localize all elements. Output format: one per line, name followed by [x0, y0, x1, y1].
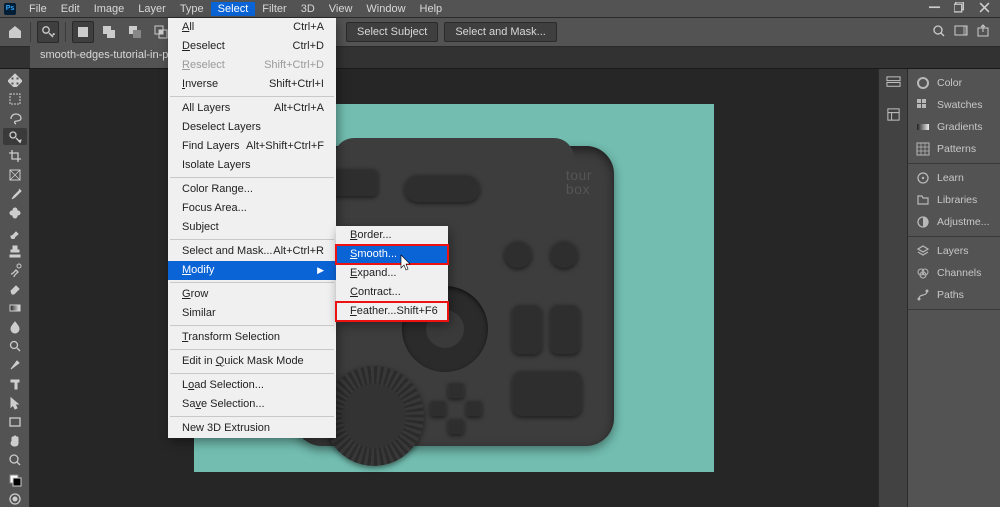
menuitem-inverse[interactable]: InverseShift+Ctrl+I: [168, 75, 336, 94]
tool-hand[interactable]: [3, 433, 27, 450]
menuitem-subject[interactable]: Subject: [168, 218, 336, 237]
ps-logo-icon: Ps: [4, 3, 16, 15]
modify-submenu[interactable]: Border...Smooth...Expand...Contract...Fe…: [336, 226, 448, 321]
tool-type[interactable]: [3, 376, 27, 393]
tool-marquee[interactable]: [3, 90, 27, 107]
panel-gradients[interactable]: Gradients: [908, 116, 1000, 138]
menuitem-find-layers[interactable]: Find LayersAlt+Shift+Ctrl+F: [168, 137, 336, 156]
active-tool-icon[interactable]: [37, 21, 59, 43]
selection-mode-group: [72, 21, 172, 43]
submenuitem-expand-[interactable]: Expand...: [336, 264, 448, 283]
panel-layers[interactable]: Layers: [908, 240, 1000, 262]
tool-quick-select[interactable]: [3, 128, 27, 145]
tool-eyedropper[interactable]: [3, 185, 27, 202]
tool-lasso[interactable]: [3, 109, 27, 126]
menuitem-deselect[interactable]: DeselectCtrl+D: [168, 37, 336, 56]
tool-gradient[interactable]: [3, 300, 27, 317]
canvas-area[interactable]: tourbox: [30, 69, 878, 507]
tool-crop[interactable]: [3, 147, 27, 164]
tools-panel: [0, 69, 30, 507]
close-icon[interactable]: [979, 2, 990, 16]
tool-eraser[interactable]: [3, 281, 27, 298]
select-and-mask-button[interactable]: Select and Mask...: [444, 22, 557, 42]
document-tabbar: smooth-edges-tutorial-in-phot...: [0, 47, 1000, 69]
menuitem-isolate-layers[interactable]: Isolate Layers: [168, 156, 336, 175]
menuitem-reselect: ReselectShift+Ctrl+D: [168, 56, 336, 75]
restore-icon[interactable]: [954, 2, 965, 16]
menubar: Ps FileEditImageLayerTypeSelectFilter3DV…: [0, 0, 1000, 18]
tool-brush[interactable]: [3, 223, 27, 240]
options-bar: Select Subject Select and Mask...: [0, 18, 1000, 47]
tool-history-brush[interactable]: [3, 261, 27, 278]
menuitem-grow[interactable]: Grow: [168, 285, 336, 304]
menuitem-load-selection-[interactable]: Load Selection...: [168, 376, 336, 395]
menu-select[interactable]: Select: [211, 2, 256, 16]
tool-colors[interactable]: [3, 471, 27, 488]
work-area: tourbox Co: [0, 69, 1000, 507]
panel-color[interactable]: Color: [908, 72, 1000, 94]
menuitem-color-range-[interactable]: Color Range...: [168, 180, 336, 199]
collapsed-panels-strip: [878, 69, 908, 507]
select-menu-dropdown[interactable]: AllCtrl+ADeselectCtrl+DReselectShift+Ctr…: [168, 18, 336, 438]
menu-edit[interactable]: Edit: [54, 2, 87, 16]
menuitem-edit-in-quick-mask-mode[interactable]: Edit in Quick Mask Mode: [168, 352, 336, 371]
menuitem-modify[interactable]: Modify▶: [168, 261, 336, 280]
menuitem-focus-area-[interactable]: Focus Area...: [168, 199, 336, 218]
menu-type[interactable]: Type: [173, 2, 211, 16]
menuitem-similar[interactable]: Similar: [168, 304, 336, 323]
tool-heal[interactable]: [3, 204, 27, 221]
tool-stamp[interactable]: [3, 242, 27, 259]
submenuitem-contract-[interactable]: Contract...: [336, 283, 448, 302]
panel-libraries[interactable]: Libraries: [908, 189, 1000, 211]
panel-adjustme-[interactable]: Adjustme...: [908, 211, 1000, 233]
submenuitem-smooth-[interactable]: Smooth...: [336, 245, 448, 264]
menu-help[interactable]: Help: [413, 2, 450, 16]
selection-subtract-icon[interactable]: [124, 21, 146, 43]
tool-frame[interactable]: [3, 166, 27, 183]
menuitem-select-and-mask-[interactable]: Select and Mask...Alt+Ctrl+R: [168, 242, 336, 261]
menu-file[interactable]: File: [22, 2, 54, 16]
submenuitem-border-[interactable]: Border...: [336, 226, 448, 245]
tool-path-select[interactable]: [3, 395, 27, 412]
menu-image[interactable]: Image: [87, 2, 132, 16]
menu-3d[interactable]: 3D: [294, 2, 322, 16]
menu-layer[interactable]: Layer: [131, 2, 173, 16]
panel-swatches[interactable]: Swatches: [908, 94, 1000, 116]
share-icon[interactable]: [976, 24, 990, 41]
panel-learn[interactable]: Learn: [908, 167, 1000, 189]
menu-view[interactable]: View: [322, 2, 360, 16]
workspace-icon[interactable]: [954, 24, 968, 41]
panel-paths[interactable]: Paths: [908, 284, 1000, 306]
panel-patterns[interactable]: Patterns: [908, 138, 1000, 160]
selection-add-icon[interactable]: [98, 21, 120, 43]
tool-dodge[interactable]: [3, 338, 27, 355]
panel-channels[interactable]: Channels: [908, 262, 1000, 284]
properties-panel-icon[interactable]: [886, 107, 901, 125]
tool-zoom[interactable]: [3, 452, 27, 469]
search-icon[interactable]: [932, 24, 946, 41]
menuitem-save-selection-[interactable]: Save Selection...: [168, 395, 336, 414]
panels-dock: ColorSwatchesGradientsPatterns LearnLibr…: [908, 69, 1000, 507]
selection-new-icon[interactable]: [72, 21, 94, 43]
tool-blur[interactable]: [3, 319, 27, 336]
select-subject-button[interactable]: Select Subject: [346, 22, 438, 42]
image-logo: tourbox: [566, 168, 592, 196]
menuitem-transform-selection[interactable]: Transform Selection: [168, 328, 336, 347]
submenuitem-feather-[interactable]: Feather...Shift+F6: [336, 302, 448, 321]
menuitem-new-3d-extrusion[interactable]: New 3D Extrusion: [168, 419, 336, 438]
history-panel-icon[interactable]: [886, 75, 901, 93]
tool-rectangle[interactable]: [3, 414, 27, 431]
tool-quickmask[interactable]: [3, 490, 27, 507]
home-icon[interactable]: [6, 23, 24, 41]
tool-move[interactable]: [3, 71, 27, 88]
menu-window[interactable]: Window: [359, 2, 412, 16]
menuitem-deselect-layers[interactable]: Deselect Layers: [168, 118, 336, 137]
menu-filter[interactable]: Filter: [255, 2, 293, 16]
tool-pen[interactable]: [3, 357, 27, 374]
menuitem-all[interactable]: AllCtrl+A: [168, 18, 336, 37]
menuitem-all-layers[interactable]: All LayersAlt+Ctrl+A: [168, 99, 336, 118]
minimize-icon[interactable]: [929, 2, 940, 16]
